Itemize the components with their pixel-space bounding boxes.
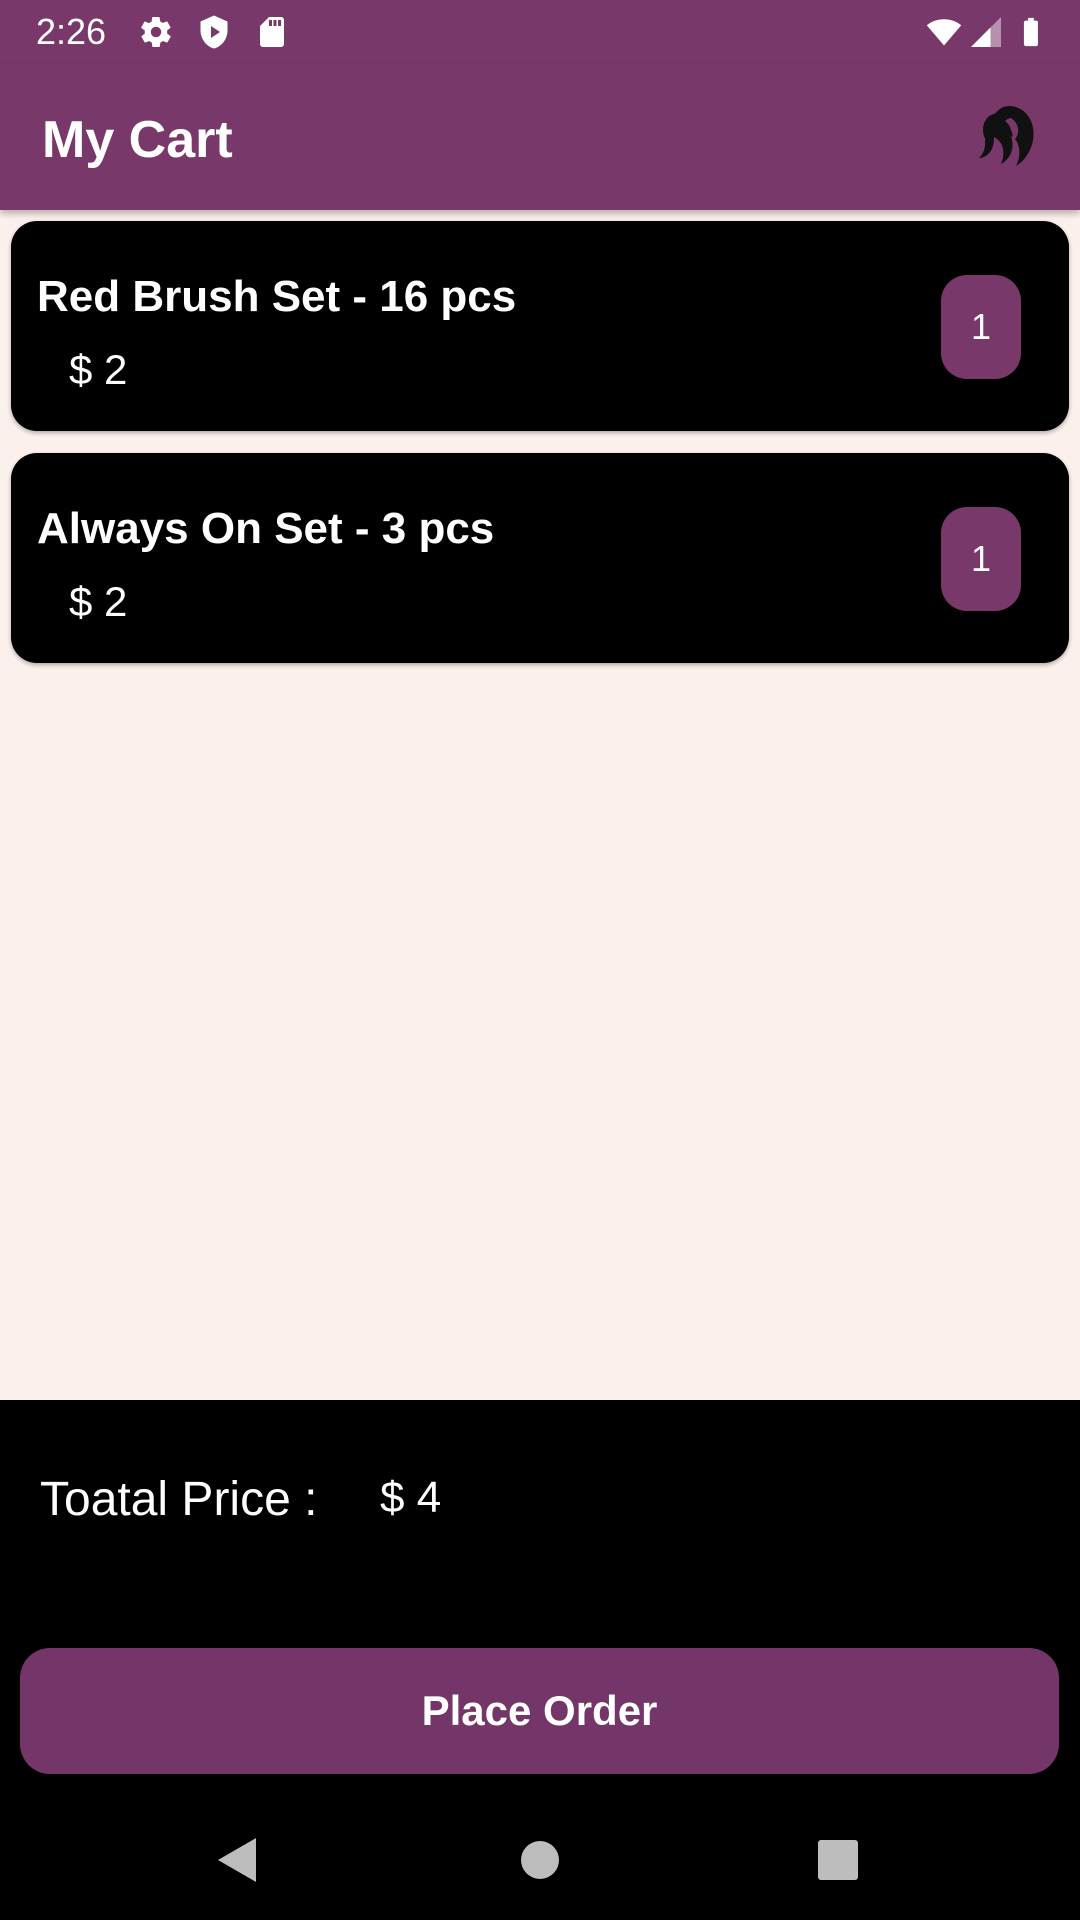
quantity-badge[interactable]: 1 — [941, 275, 1021, 379]
order-summary-panel: Toatal Price : $ 4 Place Order — [0, 1400, 1080, 1800]
page-title: My Cart — [42, 111, 233, 169]
cart-item[interactable]: Always On Set - 3 pcs $ 2 1 — [11, 453, 1069, 663]
item-price: $ 2 — [69, 578, 128, 625]
shield-play-icon — [196, 14, 232, 50]
signal-icon — [968, 14, 1004, 50]
cart-item[interactable]: Red Brush Set - 16 pcs $ 2 1 — [11, 221, 1069, 431]
item-price: $ 2 — [69, 346, 128, 393]
item-name: Always On Set - 3 pcs — [37, 504, 495, 553]
status-time: 2:26 — [36, 11, 107, 52]
system-nav-bar — [0, 1800, 1080, 1920]
back-icon[interactable] — [208, 1830, 268, 1890]
place-order-button[interactable]: Place Order — [20, 1648, 1059, 1774]
gear-icon — [138, 14, 174, 50]
app-bar: My Cart — [0, 64, 1080, 210]
item-name: Red Brush Set - 16 pcs — [37, 272, 517, 321]
status-bar: 2:26 — [0, 0, 1080, 64]
recents-icon[interactable] — [808, 1830, 868, 1890]
sd-card-icon — [254, 14, 290, 50]
total-price-value: $ 4 — [380, 1473, 442, 1522]
battery-icon — [1014, 14, 1048, 50]
quantity-badge[interactable]: 1 — [941, 507, 1021, 611]
home-icon[interactable] — [510, 1830, 570, 1890]
wifi-icon — [922, 14, 966, 50]
hair-silhouette-logo-icon[interactable] — [975, 102, 1037, 170]
total-price-label: Toatal Price : — [40, 1473, 318, 1526]
